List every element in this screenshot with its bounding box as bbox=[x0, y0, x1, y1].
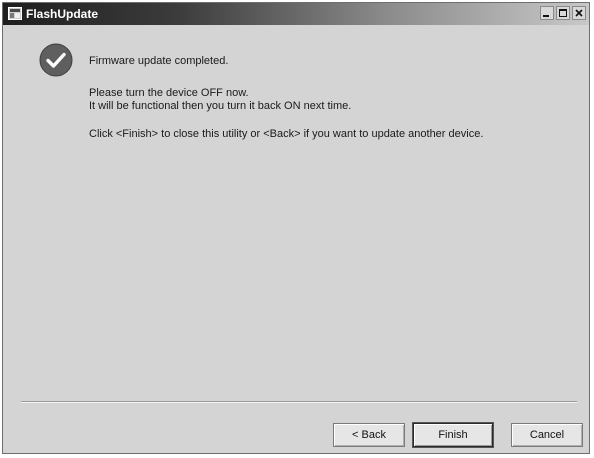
title-bar[interactable]: FlashUpdate bbox=[3, 3, 589, 25]
turn-off-instruction: Please turn the device OFF now. bbox=[89, 87, 249, 99]
maximize-icon[interactable] bbox=[556, 6, 570, 20]
back-button[interactable]: < Back bbox=[333, 423, 405, 447]
flashupdate-window: FlashUpdate Firmware update completed. P… bbox=[2, 2, 590, 454]
window-title: FlashUpdate bbox=[26, 7, 99, 21]
finish-button[interactable]: Finish bbox=[413, 423, 493, 447]
cancel-button[interactable]: Cancel bbox=[511, 423, 583, 447]
flash-app-icon[interactable] bbox=[8, 7, 22, 20]
minimize-icon[interactable] bbox=[540, 6, 554, 20]
finish-back-instruction: Click <Finish> to close this utility or … bbox=[89, 128, 484, 140]
status-title: Firmware update completed. bbox=[89, 55, 229, 67]
close-icon[interactable] bbox=[572, 6, 586, 20]
check-circle-icon bbox=[39, 43, 73, 77]
functional-note: It will be functional then you turn it b… bbox=[89, 100, 352, 112]
button-separator bbox=[21, 401, 577, 403]
window-controls bbox=[538, 6, 586, 22]
